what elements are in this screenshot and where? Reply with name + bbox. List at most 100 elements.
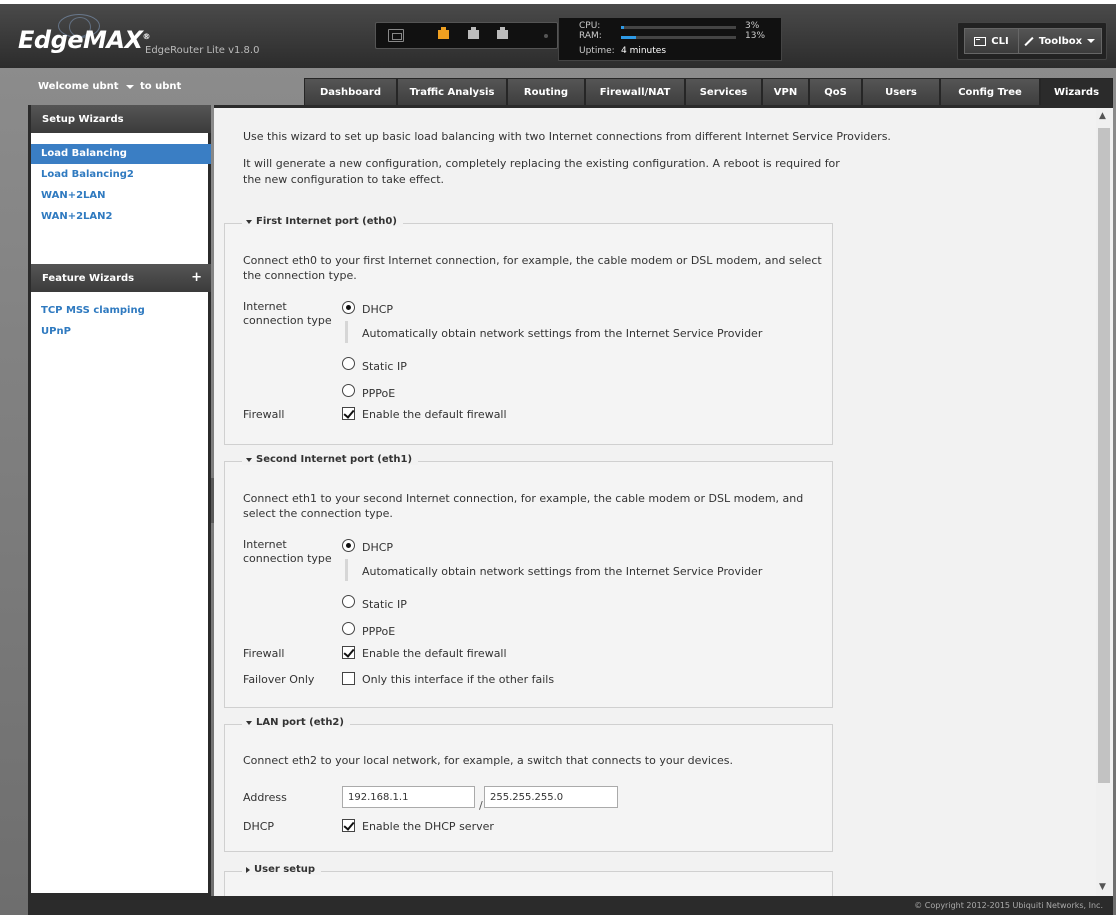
tab-wizards[interactable]: Wizards [1040,78,1113,105]
ethernet-port-eth1-icon[interactable] [468,27,479,39]
chevron-down-icon [125,84,134,89]
lan-dhcp-checkbox[interactable] [342,819,355,832]
system-stats-panel: CPU: 3% RAM: 13% Uptime: 4 minutes [558,17,782,61]
eth1-radio-static-ip[interactable] [342,595,355,608]
sidebar-item-wan-2lan2[interactable]: WAN+2LAN2 [31,207,211,227]
ram-bar [621,36,736,39]
lan-dhcp-checkbox-label[interactable]: Enable the DHCP server [362,820,494,833]
add-feature-wizard-button[interactable]: + [191,270,202,285]
lan-netmask-input[interactable] [484,786,618,808]
eth1-radio-static-ip-label[interactable]: Static IP [362,598,407,611]
tab-qos[interactable]: QoS [809,78,862,105]
lan-section: LAN port (eth2) Connect eth2 to your loc… [224,717,833,852]
intro-text: Use this wizard to set up basic load bal… [243,130,891,143]
lan-section-toggle[interactable]: LAN port (eth2) [242,717,350,728]
uptime-label: Uptime: [579,46,615,56]
lan-address-label: Address [243,791,287,804]
to-user-text: to ubnt [140,81,182,92]
eth1-dhcp-hint: Automatically obtain network settings fr… [362,565,763,578]
lan-address-input[interactable] [342,786,475,808]
tab-dashboard[interactable]: Dashboard [304,78,397,105]
eth1-failover-checkbox[interactable] [342,672,355,685]
eth1-section: Second Internet port (eth1) Connect eth1… [224,454,833,708]
intro-warning-text: It will generate a new configuration, co… [243,157,840,186]
tab-services[interactable]: Services [685,78,762,105]
sidebar-item-upnp[interactable]: UPnP [31,322,211,342]
eth0-description: Connect eth0 to your first Internet conn… [243,254,822,282]
collapse-icon [246,457,252,462]
console-port-icon[interactable] [388,29,404,42]
chevron-down-icon [1087,39,1096,43]
eth0-radio-dhcp[interactable] [342,301,355,314]
ram-label: RAM: [579,31,602,41]
cli-button[interactable]: CLI [964,28,1019,54]
header-tools: CLI Toolbox [957,22,1107,60]
eth1-firewall-label: Firewall [243,647,285,660]
eth0-radio-pppoe[interactable] [342,384,355,397]
uptime-value: 4 minutes [621,46,667,56]
eth1-firewall-checkbox-label[interactable]: Enable the default firewall [362,647,507,660]
port-indicator-dot-icon [544,34,548,38]
eth1-description: Connect eth1 to your second Internet con… [243,492,804,520]
scroll-thumb[interactable] [1098,128,1110,783]
eth1-section-toggle[interactable]: Second Internet port (eth1) [242,454,419,465]
sidebar-item-tcp-mss-clamping[interactable]: TCP MSS clamping [31,301,211,321]
sidebar-item-load-balancing2[interactable]: Load Balancing2 [31,165,211,185]
eth1-radio-dhcp-label[interactable]: DHCP [362,541,393,554]
eth0-connection-type-label: Internet connection type [243,300,332,327]
eth1-failover-label: Failover Only [243,673,315,686]
wrench-icon [1025,37,1034,46]
eth0-radio-dhcp-label[interactable]: DHCP [362,303,393,316]
eth1-radio-pppoe[interactable] [342,622,355,635]
eth0-dhcp-hint: Automatically obtain network settings fr… [362,327,763,340]
eth0-section-toggle[interactable]: First Internet port (eth0) [242,216,403,227]
eth1-firewall-checkbox[interactable] [342,646,355,659]
user-setup-section-toggle[interactable]: User setup [242,864,322,875]
eth0-radio-pppoe-label[interactable]: PPPoE [362,387,395,400]
tab-users[interactable]: Users [862,78,940,105]
address-separator: / [479,799,483,812]
toolbox-button[interactable]: Toolbox [1018,28,1102,54]
eth0-firewall-checkbox-label[interactable]: Enable the default firewall [362,408,507,421]
eth1-radio-pppoe-label[interactable]: PPPoE [362,625,395,638]
terminal-icon [974,36,987,46]
collapse-icon [246,219,252,224]
tab-traffic-analysis[interactable]: Traffic Analysis [397,78,507,105]
header-bar: EdgeMAX® EdgeRouter Lite v1.8.0 CPU: 3% … [0,4,1116,68]
scroll-down-icon[interactable]: ▼ [1099,882,1106,892]
tab-config-tree[interactable]: Config Tree [940,78,1040,105]
sidebar-item-load-balancing[interactable]: Load Balancing [31,144,211,164]
expand-icon [246,866,250,873]
tab-routing[interactable]: Routing [507,78,585,105]
tab-firewall-nat[interactable]: Firewall/NAT [585,78,685,105]
collapse-icon [246,720,252,725]
eth0-radio-static-ip[interactable] [342,357,355,370]
sidebar: Setup Wizards Load Balancing Load Balanc… [28,105,211,896]
ethernet-port-eth0-icon[interactable] [438,27,449,39]
lan-description: Connect eth2 to your local network, for … [243,754,733,767]
ram-value: 13% [745,31,766,41]
eth0-firewall-checkbox[interactable] [342,407,355,420]
eth1-failover-checkbox-label[interactable]: Only this interface if the other fails [362,673,554,686]
eth0-firewall-label: Firewall [243,408,285,421]
port-status-panel [375,22,558,49]
cpu-value: 3% [745,21,760,31]
ethernet-port-eth2-icon[interactable] [497,27,508,39]
content-scrollbar[interactable]: ▲ ▼ [1096,105,1113,896]
user-menu[interactable]: Welcome ubnt [38,81,134,92]
eth0-radio-static-ip-label[interactable]: Static IP [362,360,407,373]
scroll-up-icon[interactable]: ▲ [1099,111,1106,121]
feature-wizards-heading: Feature Wizards + [31,264,211,292]
nav-row: Welcome ubnt to ubnt Dashboard Traffic A… [0,68,1116,105]
tab-vpn[interactable]: VPN [762,78,809,105]
wizard-content: Use this wizard to set up basic load bal… [214,105,1096,911]
ram-bar-fill [621,36,636,39]
lan-dhcp-label: DHCP [243,820,275,833]
footer: © Copyright 2012-2015 Ubiquiti Networks,… [28,896,1113,915]
cpu-label: CPU: [579,21,601,31]
eth1-connection-type-label: Internet connection type [243,538,332,565]
sidebar-item-wan-2lan[interactable]: WAN+2LAN [31,186,211,206]
eth1-radio-dhcp[interactable] [342,539,355,552]
eth0-hint-bar [345,321,348,343]
app-logo[interactable]: EdgeMAX® [18,26,150,54]
